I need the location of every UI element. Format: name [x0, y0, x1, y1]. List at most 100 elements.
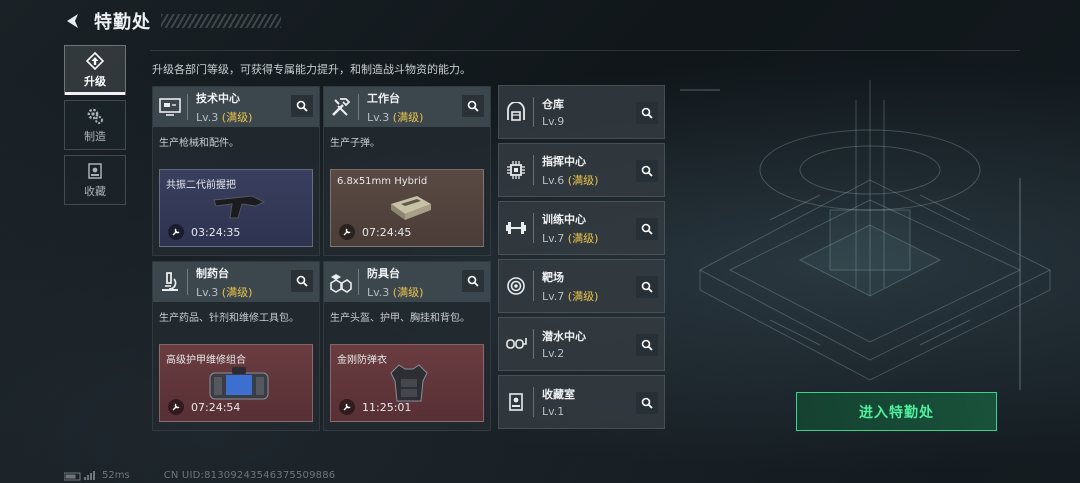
facility-name: 靶场 [542, 270, 564, 284]
inspect-button[interactable] [636, 102, 658, 124]
product-name: 6.8x51mm Hybrid [337, 176, 428, 187]
search-icon [296, 100, 308, 112]
level-text: Lv.3 [196, 110, 219, 124]
production-slot[interactable]: 6.8x51mm Hybrid 07:24:45 [330, 169, 484, 247]
dumbbell-icon [499, 201, 533, 255]
facility-name: 训练中心 [542, 212, 586, 226]
facility-row-warehouse[interactable]: 仓库 Lv.9 [498, 85, 665, 139]
microscope-icon [153, 262, 187, 302]
inspect-button[interactable] [291, 95, 313, 117]
facility-name: 收藏室 [542, 388, 575, 401]
row-separator [533, 387, 534, 417]
inspect-button[interactable] [636, 392, 658, 414]
facility-level: Lv.3 (满级) [367, 109, 423, 125]
level-text: Lv.3 [367, 110, 390, 124]
level-text: Lv.3 [367, 285, 390, 299]
card-separator [358, 94, 359, 120]
timer-text: 07:24:45 [362, 225, 412, 239]
search-icon [641, 107, 653, 119]
facility-row-command-center[interactable]: 指挥中心 Lv.6 (满级) [498, 143, 665, 197]
ammo-box-item-image [391, 196, 431, 220]
facility-level: Lv.7 (满级) [542, 288, 598, 304]
facility-description: 生产药品、针剂和维修工具包。 [159, 313, 299, 324]
facility-level: Lv.9 [542, 115, 564, 128]
card-header: 工作台 Lv.3 (满级) [324, 87, 490, 127]
max-level-tag: (满级) [392, 285, 424, 299]
facility-level: Lv.1 [542, 405, 575, 418]
row-separator [533, 213, 534, 243]
tab-craft[interactable]: 制造 [64, 100, 126, 150]
facility-level: Lv.7 (满级) [542, 230, 598, 246]
production-slot[interactable]: 高级护甲维修组合 07:24:54 [159, 344, 313, 422]
base-hologram-image [680, 80, 1052, 390]
foregrip-item-image [213, 195, 266, 219]
inspect-button[interactable] [462, 270, 484, 292]
row-separator [533, 271, 534, 301]
facility-card-workbench[interactable]: 工作台 Lv.3 (满级) 生产子弹。 6.8x51mm Hybrid 07:2… [323, 86, 491, 256]
inspect-button[interactable] [462, 95, 484, 117]
header: 特勤处 [62, 8, 281, 34]
max-level-tag: (满级) [567, 231, 599, 245]
row-separator [533, 329, 534, 359]
facility-row-collection-room[interactable]: 收藏室 Lv.1 [498, 375, 665, 429]
target-icon [499, 259, 533, 313]
facility-card-armor-bench[interactable]: 防具台 Lv.3 (满级) 生产头盔、护甲、胸挂和背包。 金刚防弹衣 11:25… [323, 261, 491, 431]
facility-row-training-center[interactable]: 训练中心 Lv.7 (满级) [498, 201, 665, 255]
search-icon [467, 100, 479, 112]
inspect-button[interactable] [291, 270, 313, 292]
tab-craft-label: 制造 [84, 129, 106, 143]
ping-text: 52ms [102, 470, 130, 481]
production-timer: 07:24:45 [339, 224, 411, 240]
max-level-tag: (满级) [392, 110, 424, 124]
facility-description: 生产头盔、护甲、胸挂和背包。 [330, 313, 470, 324]
inspect-button[interactable] [636, 160, 658, 182]
facility-level: Lv.2 [542, 347, 586, 360]
facility-card-pharmacy[interactable]: 制药台 Lv.3 (满级) 生产药品、针剂和维修工具包。 高级护甲维修组合 07… [152, 261, 320, 431]
level-text: Lv.6 [542, 173, 565, 187]
page-title: 特勤处 [94, 12, 151, 33]
display-case-icon [499, 375, 533, 429]
max-level-tag: (满级) [567, 173, 599, 187]
status-bar: 52ms CN UID:8130924354637550988​6 [64, 470, 335, 481]
production-timer: 07:24:54 [168, 399, 240, 415]
level-text: Lv.7 [542, 231, 565, 245]
facility-level: Lv.6 (满级) [542, 172, 598, 188]
diving-mask-icon [499, 317, 533, 371]
gear-icon [87, 108, 103, 124]
facility-name: 技术中心 [196, 91, 240, 105]
facility-level: Lv.3 (满级) [196, 109, 252, 125]
upgrade-arrow-icon [86, 51, 104, 70]
level-text: Lv.2 [542, 347, 565, 360]
tab-collection-label: 收藏 [84, 184, 106, 198]
facility-name: 制药台 [196, 266, 229, 280]
product-name: 共振二代前握把 [166, 180, 236, 191]
tab-upgrade[interactable]: 升级 [64, 45, 126, 95]
facility-name: 仓库 [542, 98, 564, 111]
facility-name: 工作台 [367, 91, 400, 105]
production-timer: 03:24:35 [168, 224, 240, 240]
production-slot[interactable]: 金刚防弹衣 11:25:01 [330, 344, 484, 422]
wrench-timer-icon [339, 399, 355, 415]
search-icon [641, 223, 653, 235]
search-icon [641, 165, 653, 177]
back-button[interactable] [62, 10, 84, 32]
facility-card-tech-center[interactable]: 技术中心 Lv.3 (满级) 生产枪械和配件。 共振二代前握把 03:24:35 [152, 86, 320, 256]
max-level-tag: (满级) [567, 289, 599, 303]
facility-row-diving-center[interactable]: 潜水中心 Lv.2 [498, 317, 665, 371]
max-level-tag: (满级) [221, 285, 253, 299]
facility-row-shooting-range[interactable]: 靶场 Lv.7 (满级) [498, 259, 665, 313]
inspect-button[interactable] [636, 218, 658, 240]
production-slot[interactable]: 共振二代前握把 03:24:35 [159, 169, 313, 247]
row-separator [533, 97, 534, 127]
page-subtitle: 升级各部门等级，可获得专属能力提升，和制造战斗物资的能力。 [152, 63, 471, 76]
enter-special-ops-button[interactable]: 进入特勤处 [796, 392, 997, 431]
inspect-button[interactable] [636, 276, 658, 298]
title-decoration [161, 14, 281, 28]
level-text: Lv.7 [542, 289, 565, 303]
search-icon [641, 339, 653, 351]
header-divider [150, 50, 1020, 51]
card-separator [187, 94, 188, 120]
facility-description: 生产子弹。 [330, 138, 380, 149]
tab-collection[interactable]: 收藏 [64, 155, 126, 205]
inspect-button[interactable] [636, 334, 658, 356]
